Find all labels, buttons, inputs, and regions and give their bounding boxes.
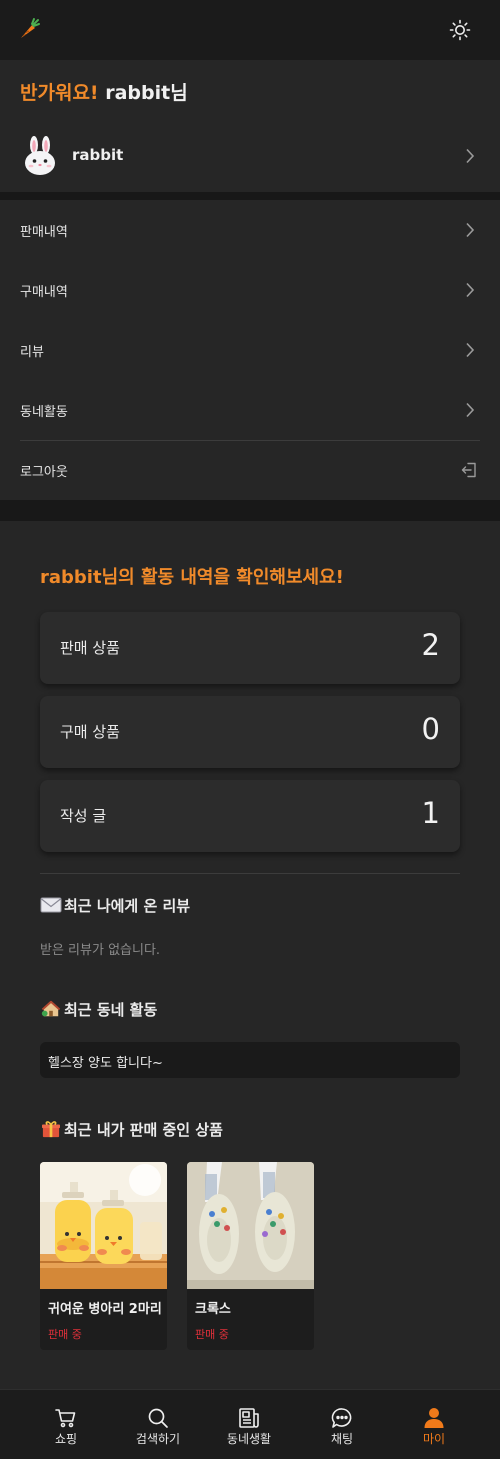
stat-value: 2 [421,628,440,662]
newspaper-icon [239,1408,259,1428]
neighborhood-post-title: 헬스장 양도 합니다~ [48,1056,163,1071]
greeting: 반가워요! rabbit님 [20,78,188,104]
section-divider [40,873,460,874]
stat-card-purchases[interactable]: 구매 상품 0 [40,696,460,768]
product-image-chicks [40,1162,167,1289]
product-card[interactable]: 크록스 판매 중 [187,1162,314,1350]
product-card[interactable]: 귀여운 병아리 2마리 판매 중 [40,1162,167,1350]
house-icon [41,1000,61,1017]
logout-icon[interactable] [460,461,478,479]
neighborhood-post[interactable]: 헬스장 양도 합니다~ [40,1042,460,1078]
tab-chat[interactable]: 채팅 [302,1390,382,1459]
menu-item-purchases[interactable]: 구매내역 [0,260,500,320]
reviews-heading-text: 최근 나에게 온 리뷰 [64,897,191,915]
user-icon [424,1408,444,1428]
tab-search[interactable]: 검색하기 [118,1390,198,1459]
chevron-right-icon [466,342,475,358]
tab-label: 채팅 [330,1432,354,1446]
product-image-crocs [187,1162,314,1289]
envelope-icon [40,897,62,913]
bottom-tab-bar: 쇼핑 검색하기 동네생활 채팅 마이 [0,1389,500,1459]
chevron-right-icon [466,148,475,164]
reviews-heading: 최근 나에게 온 리뷰 [40,895,190,916]
greeting-hello: 반가워요! [20,82,99,104]
tab-label: 마이 [422,1432,446,1446]
activity-title: rabbit님의 활동 내역을 확인해보세요! [40,567,344,588]
menu-item-label: 판매내역 [20,225,68,240]
tab-shopping[interactable]: 쇼핑 [26,1390,106,1459]
section-gap [0,192,500,200]
stat-label: 작성 글 [60,807,107,825]
stat-label: 판매 상품 [60,639,120,657]
search-icon [148,1408,168,1428]
gift-icon [42,1121,60,1138]
sun-icon[interactable] [448,18,472,42]
top-bar [0,0,500,60]
profile-name: rabbit [72,146,124,164]
rabbit-icon [25,136,55,175]
tab-neighborhood-life[interactable]: 동네생활 [209,1390,289,1459]
selling-heading: 최근 내가 판매 중인 상품 [40,1119,223,1140]
tab-label: 쇼핑 [54,1432,78,1446]
carrot-icon[interactable] [18,17,42,41]
menu-item-neighborhood[interactable]: 동네활동 [0,380,500,440]
chat-icon [331,1408,352,1428]
menu-item-logout[interactable]: 로그아웃 [0,441,500,501]
profile-row[interactable]: rabbit [0,128,500,184]
chevron-right-icon [466,402,475,418]
chevron-right-icon [466,282,475,298]
tab-my[interactable]: 마이 [394,1390,474,1459]
stat-label: 구매 상품 [60,723,120,741]
neighborhood-heading: 최근 동네 활동 [40,999,157,1020]
stat-card-sales[interactable]: 판매 상품 2 [40,612,460,684]
reviews-empty-message: 받은 리뷰가 없습니다. [40,943,161,958]
menu-item-reviews[interactable]: 리뷰 [0,320,500,380]
stat-value: 1 [421,796,440,830]
menu-item-label: 로그아웃 [20,465,68,480]
neighborhood-heading-text: 최근 동네 활동 [64,1001,158,1019]
menu-item-label: 구매내역 [20,285,68,300]
menu-item-label: 동네활동 [20,405,68,420]
stat-card-posts[interactable]: 작성 글 1 [40,780,460,852]
tab-label: 검색하기 [135,1432,181,1446]
greeting-user: rabbit님 [105,82,188,104]
product-name: 크록스 [195,1302,231,1317]
product-name: 귀여운 병아리 2마리 [48,1302,162,1317]
chevron-right-icon [466,222,475,238]
tab-label: 동네생활 [226,1432,272,1446]
menu-item-label: 리뷰 [20,345,44,360]
section-gap [0,500,500,521]
selling-heading-text: 최근 내가 판매 중인 상품 [64,1121,223,1139]
cart-icon [55,1409,76,1428]
product-status: 판매 중 [195,1328,229,1341]
product-status: 판매 중 [48,1328,82,1341]
stat-value: 0 [421,712,440,746]
menu-item-sales[interactable]: 판매내역 [0,200,500,260]
